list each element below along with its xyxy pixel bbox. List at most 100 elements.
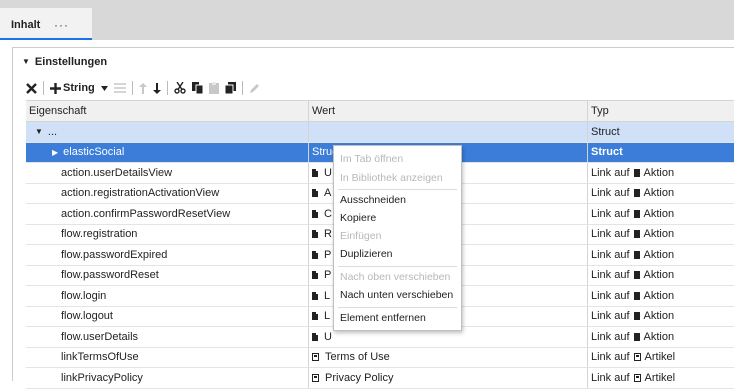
table-header: Eigenschaft Wert Typ xyxy=(26,100,734,122)
menu-item-move-down[interactable]: Nach unten verschieben xyxy=(340,289,453,301)
selected-name-cell: ▶ elasticSocial xyxy=(26,142,309,162)
tab-inhalt[interactable]: Inhalt xyxy=(0,8,92,40)
more-tabs-button[interactable]: ··· xyxy=(54,18,69,32)
list-button[interactable] xyxy=(113,79,126,97)
list-icon xyxy=(113,83,126,93)
group-name: ... xyxy=(47,125,58,138)
menu-item-cut[interactable]: Ausschneiden xyxy=(340,194,406,206)
action-icon xyxy=(633,230,640,239)
action-icon xyxy=(633,332,640,341)
table-row-group[interactable]: ▼ ... Struct xyxy=(26,122,734,143)
toolbar: String xyxy=(26,79,266,97)
action-icon xyxy=(633,291,640,300)
property-name: flow.passwordReset xyxy=(26,265,309,285)
menu-item-open-tab[interactable]: Im Tab öffnen xyxy=(340,153,403,165)
collapse-triangle-icon: ▼ xyxy=(22,57,30,66)
property-type: Link auf Artikel xyxy=(588,348,734,368)
property-name: action.userDetailsView xyxy=(26,163,309,183)
menu-item-move-up[interactable]: Nach oben verschieben xyxy=(340,271,450,283)
type-prefix: Link auf xyxy=(591,187,630,200)
scissors-icon xyxy=(174,82,186,94)
property-name: action.registrationActivationView xyxy=(26,183,309,203)
value-text: A xyxy=(324,187,332,200)
action-icon xyxy=(312,189,318,198)
type-text: Aktion xyxy=(643,269,675,282)
type-prefix: Link auf xyxy=(591,310,630,323)
property-name: action.confirmPasswordResetView xyxy=(26,204,309,224)
column-header-typ[interactable]: Typ xyxy=(588,101,734,121)
cut-button[interactable] xyxy=(174,79,186,97)
table-row[interactable]: linkTermsOfUse Terms of Use Link auf Arti… xyxy=(26,347,734,368)
type-text: Artikel xyxy=(644,351,676,364)
duplicate-button[interactable] xyxy=(224,79,236,97)
type-prefix: Link auf xyxy=(591,228,630,241)
type-text: Aktion xyxy=(643,166,675,179)
action-icon xyxy=(633,250,640,259)
action-icon xyxy=(312,168,318,177)
paste-button[interactable] xyxy=(208,79,219,97)
add-type-label: String xyxy=(63,82,95,94)
property-type: Link auf Aktion xyxy=(588,163,734,183)
top-tab-bar: Inhalt ··· xyxy=(0,0,734,40)
value-text: C xyxy=(324,207,332,220)
action-icon xyxy=(633,312,640,321)
move-up-button[interactable] xyxy=(138,79,147,97)
action-icon xyxy=(633,271,640,280)
menu-separator xyxy=(338,266,457,267)
action-icon xyxy=(633,168,640,177)
edit-button[interactable] xyxy=(249,79,260,97)
menu-separator xyxy=(338,189,457,190)
arrow-up-icon xyxy=(138,82,147,94)
type-text: Aktion xyxy=(643,310,675,323)
group-type-cell: Struct xyxy=(591,125,620,138)
action-icon xyxy=(312,291,318,300)
expand-down-icon[interactable]: ▼ xyxy=(35,127,43,136)
toolbar-divider xyxy=(241,81,243,95)
expand-right-icon[interactable]: ▶ xyxy=(52,148,58,157)
move-down-button[interactable] xyxy=(152,79,161,97)
paste-icon xyxy=(208,82,219,94)
value-text: U xyxy=(324,330,332,343)
type-prefix: Link auf xyxy=(591,248,630,261)
menu-item-show-library[interactable]: In Bibliothek anzeigen xyxy=(340,172,443,184)
type-text: Aktion xyxy=(643,248,675,261)
menu-item-remove[interactable]: Element entfernen xyxy=(340,312,426,324)
menu-item-duplicate[interactable]: Duplizieren xyxy=(340,248,393,260)
column-header-wert[interactable]: Wert xyxy=(309,101,588,121)
arrow-down-icon xyxy=(152,82,161,94)
table-row[interactable]: linkPrivacyPolicy Privacy Policy Link au… xyxy=(26,368,734,389)
column-header-eigenschaft[interactable]: Eigenschaft xyxy=(26,101,309,121)
copy-button[interactable] xyxy=(191,79,203,97)
menu-item-paste[interactable]: Einfügen xyxy=(340,230,381,242)
add-string-button[interactable]: String xyxy=(50,79,95,97)
tab-inhalt-label: Inhalt xyxy=(11,19,41,31)
value-text: P xyxy=(324,269,332,282)
article-icon xyxy=(633,353,641,362)
action-icon xyxy=(312,230,318,239)
menu-item-copy[interactable]: Kopiere xyxy=(340,212,376,224)
property-type: Link auf Aktion xyxy=(588,327,734,347)
action-icon xyxy=(633,209,640,218)
value-text: U xyxy=(324,166,332,179)
plus-icon xyxy=(50,82,61,94)
type-text: Aktion xyxy=(643,289,675,302)
group-value-cell xyxy=(309,122,588,142)
value-text: L xyxy=(324,310,331,323)
type-prefix: Link auf xyxy=(591,351,630,364)
type-text: Aktion xyxy=(643,330,675,343)
property-type: Link auf Aktion xyxy=(588,225,734,245)
type-dropdown-button[interactable] xyxy=(100,79,108,97)
value-text: R xyxy=(324,228,332,241)
property-name: linkPrivacyPolicy xyxy=(26,368,309,388)
delete-button[interactable] xyxy=(26,79,37,97)
type-prefix: Link auf xyxy=(591,166,630,179)
pencil-icon xyxy=(249,83,259,93)
property-type: Link auf Aktion xyxy=(588,245,734,265)
action-icon xyxy=(312,312,318,321)
toolbar-divider xyxy=(131,81,133,95)
section-header[interactable]: ▼ Einstellungen xyxy=(22,56,107,68)
toolbar-divider xyxy=(166,81,168,95)
delete-x-icon xyxy=(26,82,37,94)
selected-type-cell: Struct xyxy=(591,146,623,159)
type-prefix: Link auf xyxy=(591,269,630,282)
